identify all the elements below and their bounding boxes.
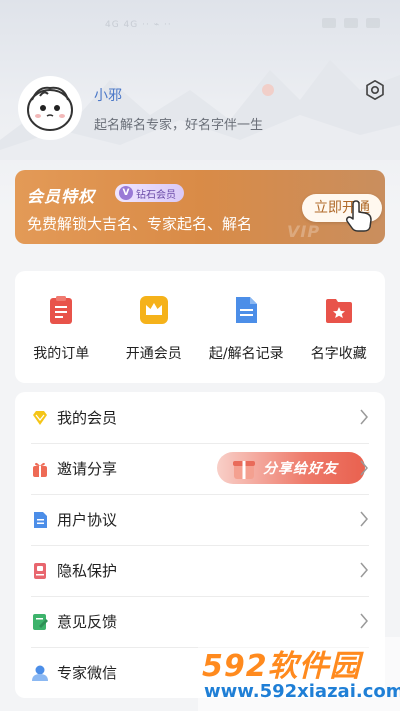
menu-item-label: 我的会员 bbox=[57, 409, 118, 427]
quick-action-label: 起/解名记录 bbox=[208, 346, 284, 362]
feedback-icon bbox=[33, 613, 48, 630]
menu-item-label: 用户协议 bbox=[57, 511, 118, 529]
quick-action-label: 名字收藏 bbox=[310, 346, 367, 362]
gift-box-icon bbox=[233, 461, 255, 479]
user-icon bbox=[32, 665, 48, 681]
avatar[interactable] bbox=[18, 76, 82, 140]
vip-description: 免费解锁大吉名、专家起名、解名 bbox=[27, 215, 253, 233]
profile-tagline: 起名解名专家，好名字伴一生 bbox=[94, 118, 264, 133]
watermark-text: 软件园 bbox=[267, 649, 361, 684]
status-bar-icons bbox=[322, 18, 380, 28]
vip-gem-icon: V bbox=[119, 186, 133, 200]
vip-banner[interactable]: VIP 会员特权 V 钻石会员 免费解锁大吉名、专家起名、解名 立即开通 bbox=[15, 170, 385, 244]
privacy-icon bbox=[34, 562, 46, 579]
menu-item-user-agreement[interactable]: 用户协议 bbox=[31, 494, 369, 546]
settings-gear-icon[interactable] bbox=[364, 79, 386, 101]
quick-action-vip[interactable]: 开通会员 bbox=[108, 271, 201, 383]
status-bar: 4G 4G ·· ⌁ ·· bbox=[0, 18, 400, 38]
quick-actions: 我的订单 开通会员 起/解名记录 名字收藏 bbox=[15, 271, 385, 383]
chevron-right-icon bbox=[360, 562, 368, 578]
menu-item-label: 隐私保护 bbox=[57, 562, 118, 580]
watermark-digits: 592 bbox=[202, 649, 268, 684]
chevron-right-icon bbox=[360, 409, 368, 425]
alarm-icon bbox=[322, 18, 336, 28]
quick-action-label: 开通会员 bbox=[125, 346, 182, 362]
vip-watermark: VIP bbox=[287, 222, 321, 241]
chevron-right-icon bbox=[360, 613, 368, 629]
menu-item-label: 意见反馈 bbox=[57, 613, 118, 631]
menu-item-privacy[interactable]: 隐私保护 bbox=[31, 545, 369, 597]
vip-title: 会员特权 bbox=[27, 187, 96, 206]
menu-item-label: 邀请分享 bbox=[57, 460, 118, 478]
username[interactable]: 小邪 bbox=[94, 85, 122, 105]
pointing-hand-icon bbox=[346, 200, 372, 232]
vip-badge-label: 钻石会员 bbox=[136, 189, 176, 201]
header-background bbox=[0, 0, 400, 300]
quick-action-records[interactable]: 起/解名记录 bbox=[200, 271, 293, 383]
chevron-right-icon bbox=[360, 511, 368, 527]
diamond-icon bbox=[33, 410, 47, 425]
watermark-url: www.592xiazai.com bbox=[204, 681, 400, 702]
folder-star-icon bbox=[325, 299, 352, 323]
share-pill-label: 分享给好友 bbox=[263, 461, 338, 477]
avatar-face-icon bbox=[27, 86, 73, 131]
chevron-right-icon bbox=[360, 460, 368, 476]
vip-badge: V 钻石会员 bbox=[115, 184, 184, 202]
menu-item-membership[interactable]: 我的会员 bbox=[31, 392, 369, 444]
watermark-brand: 592软件园 bbox=[202, 641, 361, 685]
document-icon bbox=[34, 511, 47, 528]
quick-action-favorites[interactable]: 名字收藏 bbox=[293, 271, 386, 383]
share-to-friends-button[interactable]: 分享给好友 bbox=[217, 452, 365, 484]
gift-icon bbox=[33, 462, 47, 477]
quick-action-label: 我的订单 bbox=[33, 346, 90, 362]
wifi-icon bbox=[344, 18, 358, 28]
document-icon bbox=[236, 297, 258, 323]
status-bar-signal: 4G 4G ·· ⌁ ·· bbox=[105, 20, 172, 30]
clipboard-icon bbox=[50, 296, 73, 324]
site-watermark: 592软件园 www.592xiazai.com bbox=[198, 637, 400, 711]
crown-icon bbox=[139, 296, 168, 324]
menu-item-label: 专家微信 bbox=[57, 664, 118, 682]
quick-action-orders[interactable]: 我的订单 bbox=[15, 271, 108, 383]
menu-item-invite[interactable]: 邀请分享 分享给好友 bbox=[31, 443, 369, 495]
battery-icon bbox=[366, 18, 380, 28]
